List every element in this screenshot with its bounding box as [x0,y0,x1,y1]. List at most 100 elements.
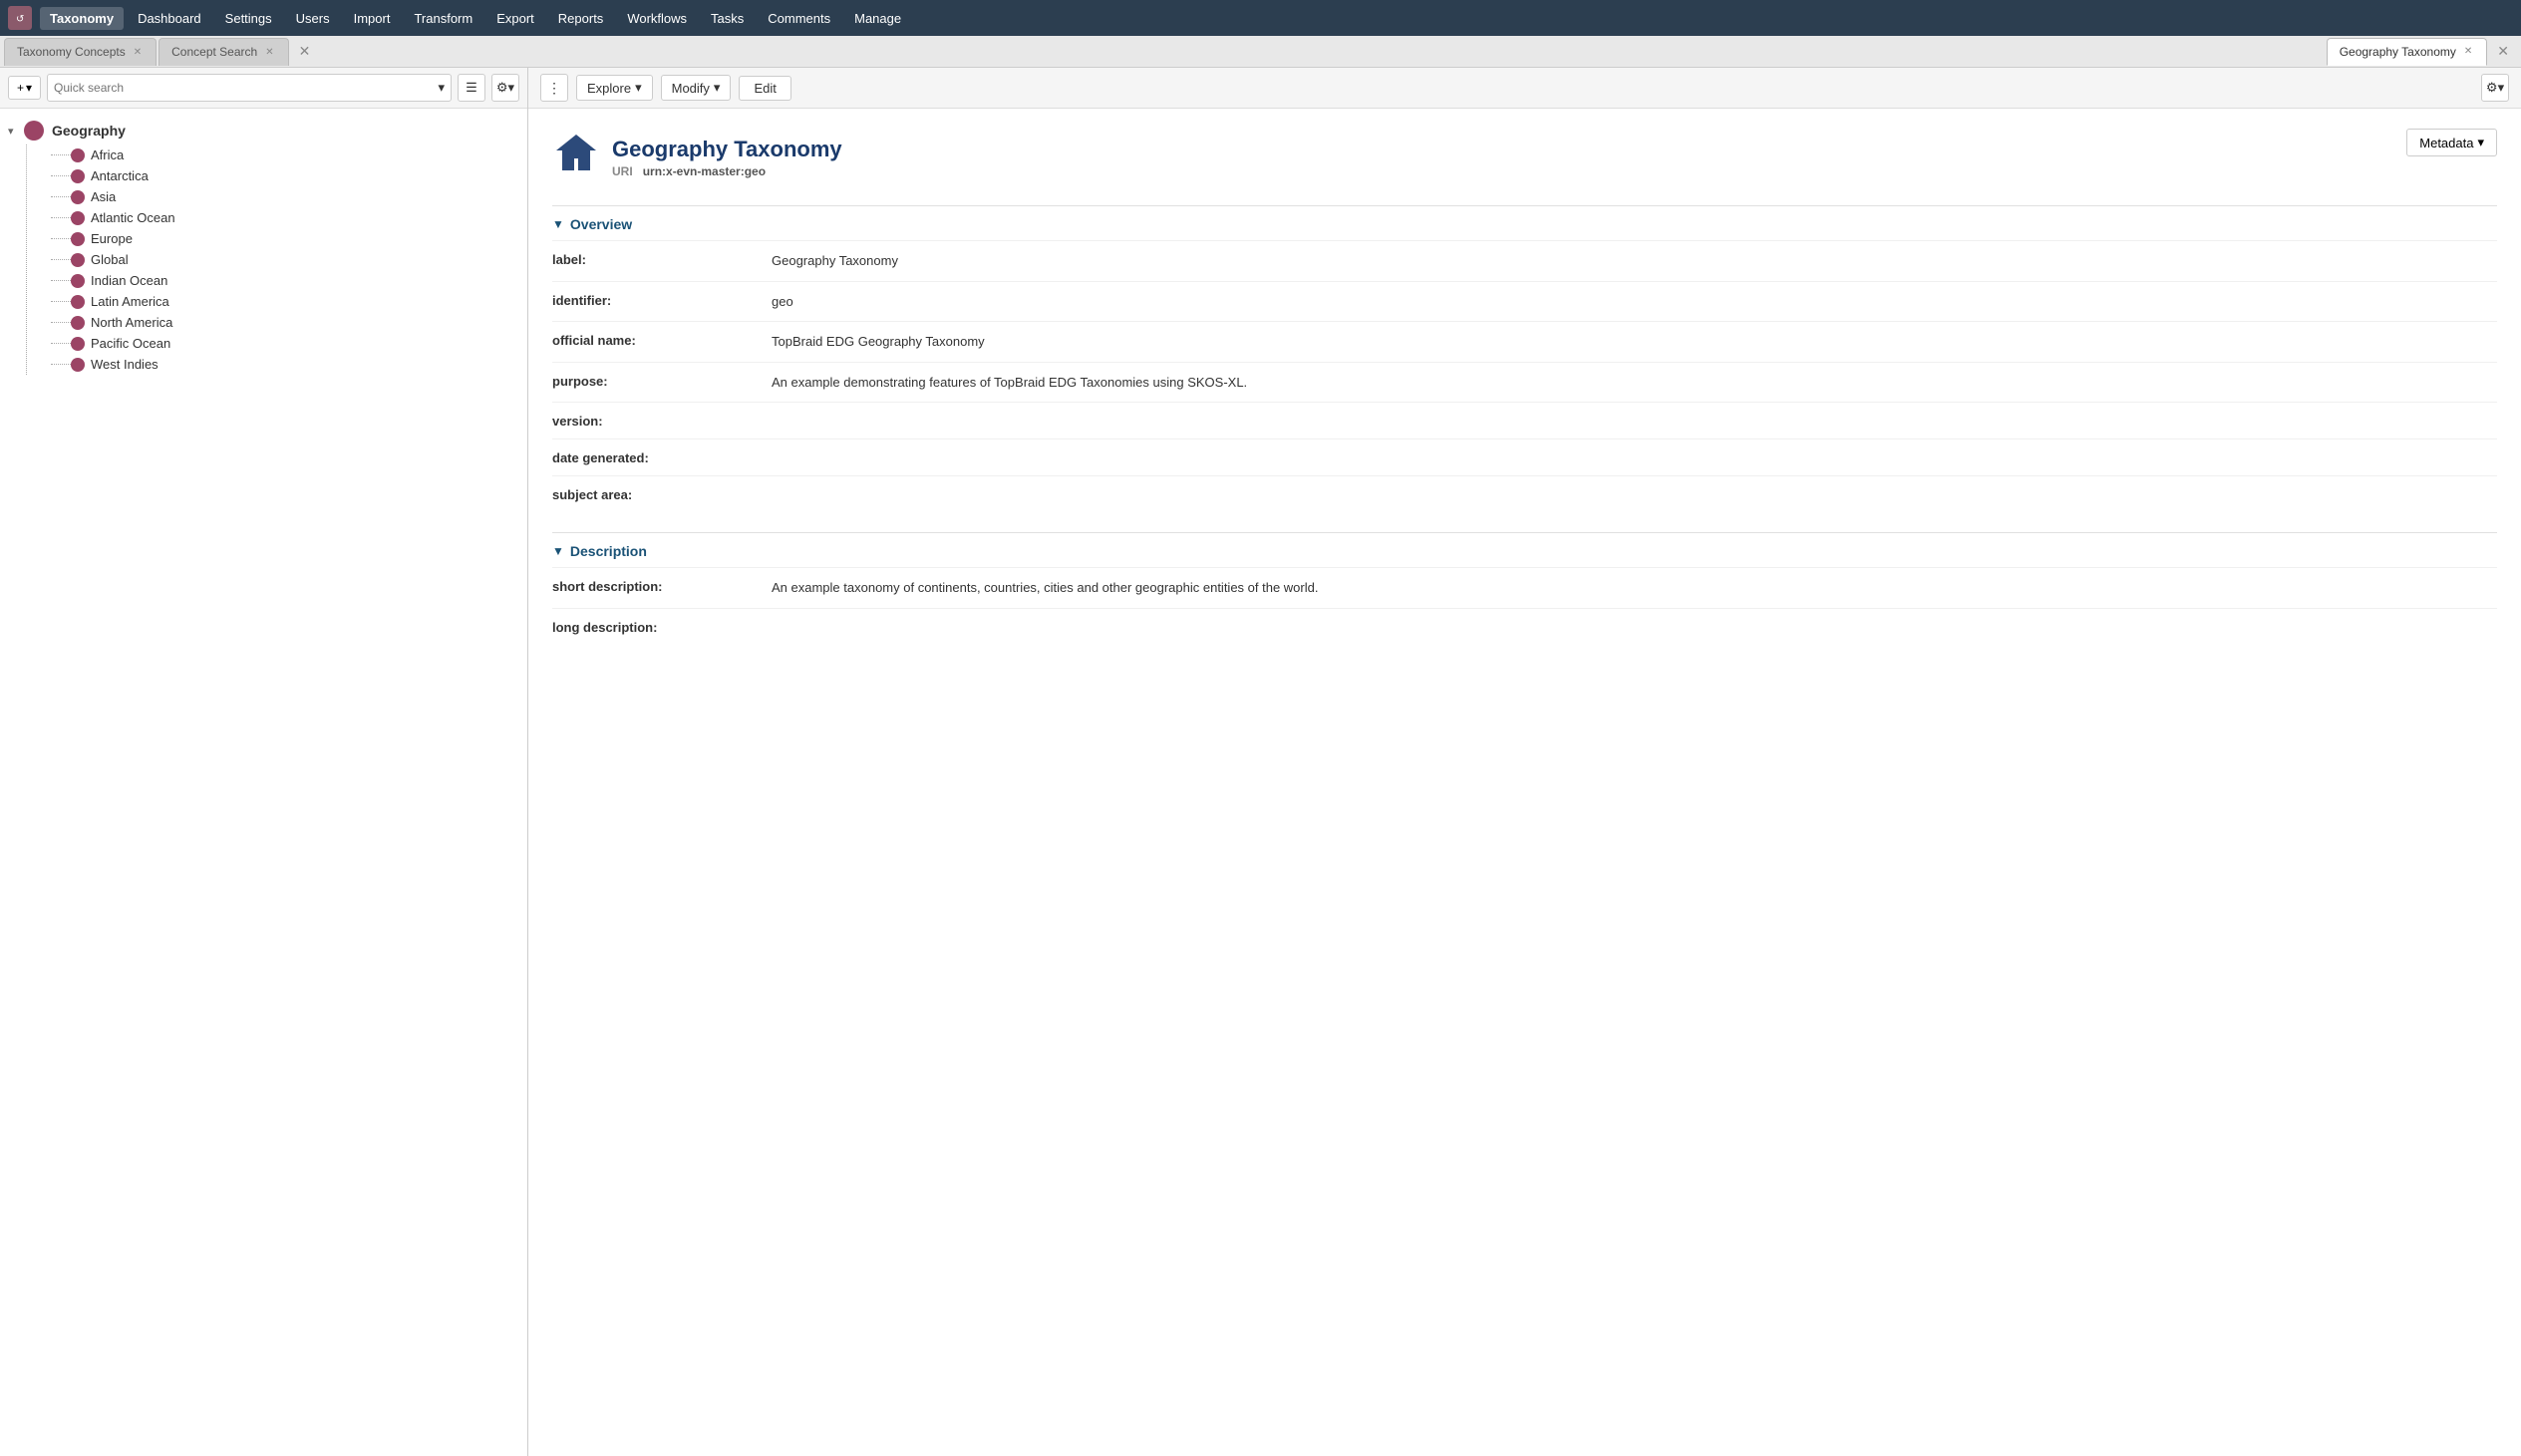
view-toggle-button[interactable]: ☰ [458,74,485,102]
tree-label-antarctica: Antarctica [91,168,149,183]
tab-right-close-all[interactable]: ✕ [2489,43,2517,60]
tree-item-pacific-ocean[interactable]: Pacific Ocean [47,333,523,354]
overview-section-header[interactable]: ▼ Overview [552,206,2497,240]
uri-value: urn:x-evn-master:geo [643,164,766,178]
page-header-left: Geography Taxonomy URI urn:x-evn-master:… [552,129,842,185]
tree-item-antarctica[interactable]: Antarctica [47,165,523,186]
tree-item-europe[interactable]: Europe [47,228,523,249]
tab-taxonomy-concepts[interactable]: Taxonomy Concepts ✕ [4,38,157,66]
field-version-row: version: [552,402,2497,438]
tree-item-asia[interactable]: Asia [47,186,523,207]
tab-geography-taxonomy-label: Geography Taxonomy [2340,45,2456,59]
explore-dropdown-icon: ▾ [635,80,642,96]
search-input[interactable] [54,81,438,95]
tree-container: ▾ Geography Africa Antarctica [0,109,527,1456]
tree-label-indian-ocean: Indian Ocean [91,273,167,288]
description-section-label: Description [570,543,647,559]
home-icon [552,129,600,185]
west-indies-dot [71,358,85,372]
nav-export[interactable]: Export [486,7,544,30]
field-official-name-row: official name: TopBraid EDG Geography Ta… [552,321,2497,362]
more-options-button[interactable]: ⋮ [540,74,568,102]
tab-left-close-all[interactable]: ✕ [291,43,319,60]
nav-workflows[interactable]: Workflows [617,7,697,30]
right-settings-button[interactable]: ⚙ ▾ [2481,74,2509,102]
tree-label-latin-america: Latin America [91,294,169,309]
tab-concept-search-close[interactable]: ✕ [263,46,275,59]
tree-item-indian-ocean[interactable]: Indian Ocean [47,270,523,291]
indian-ocean-dot [71,274,85,288]
root-dot [24,121,44,141]
search-input-wrap: ▾ [47,74,452,102]
tab-concept-search-label: Concept Search [171,45,257,59]
add-dropdown-icon: ▾ [26,81,32,95]
short-description-field-label: short description: [552,578,772,594]
metadata-dropdown-icon: ▾ [2477,135,2484,150]
left-settings-button[interactable]: ⚙▾ [491,74,519,102]
nav-users[interactable]: Users [286,7,340,30]
explore-button[interactable]: Explore ▾ [576,75,653,101]
tree-label-africa: Africa [91,147,124,162]
subject-area-field-label: subject area: [552,486,772,502]
page-title-block: Geography Taxonomy URI urn:x-evn-master:… [612,137,842,178]
nav-tasks[interactable]: Tasks [701,7,754,30]
description-section: ▼ Description short description: An exam… [552,532,2497,645]
left-panel: + ▾ ▾ ☰ ⚙▾ ▾ Geography Africa [0,68,528,1456]
tab-geography-taxonomy-close[interactable]: ✕ [2462,45,2474,58]
nav-taxonomy[interactable]: Taxonomy [40,7,124,30]
top-nav: ↺ Taxonomy Dashboard Settings Users Impo… [0,0,2521,36]
tab-geography-taxonomy[interactable]: Geography Taxonomy ✕ [2327,38,2488,66]
tree-item-africa[interactable]: Africa [47,145,523,165]
tab-taxonomy-concepts-close[interactable]: ✕ [132,46,144,59]
plus-icon: + [17,81,24,95]
label-field-value: Geography Taxonomy [772,251,2497,271]
short-description-field-value: An example taxonomy of continents, count… [772,578,2497,598]
nav-transform[interactable]: Transform [404,7,482,30]
add-button[interactable]: + ▾ [8,76,41,100]
nav-import[interactable]: Import [344,7,401,30]
left-toolbar: + ▾ ▾ ☰ ⚙▾ [0,68,527,109]
tree-label-north-america: North America [91,315,172,330]
tree-item-latin-america[interactable]: Latin America [47,291,523,312]
nav-settings[interactable]: Settings [215,7,282,30]
asia-dot [71,190,85,204]
tree-label-europe: Europe [91,231,133,246]
description-toggle-icon: ▼ [552,544,564,558]
metadata-button[interactable]: Metadata ▾ [2406,129,2497,156]
tree-item-west-indies[interactable]: West Indies [47,354,523,375]
modify-dropdown-icon: ▾ [714,80,721,96]
official-name-field-value: TopBraid EDG Geography Taxonomy [772,332,2497,352]
page-header: Geography Taxonomy URI urn:x-evn-master:… [552,129,2497,185]
nav-reports[interactable]: Reports [548,7,614,30]
purpose-field-value: An example demonstrating features of Top… [772,373,2497,393]
tree-item-atlantic-ocean[interactable]: Atlantic Ocean [47,207,523,228]
content-area: Geography Taxonomy URI urn:x-evn-master:… [528,109,2521,1456]
field-label-row: label: Geography Taxonomy [552,240,2497,281]
field-date-generated-row: date generated: [552,438,2497,475]
field-identifier-row: identifier: geo [552,281,2497,322]
tree-item-global[interactable]: Global [47,249,523,270]
long-description-field-label: long description: [552,619,772,635]
metadata-label: Metadata [2419,136,2473,150]
settings-dropdown-icon: ▾ [2498,80,2505,96]
edit-button[interactable]: Edit [739,76,790,101]
label-field-label: label: [552,251,772,267]
tree-label-pacific-ocean: Pacific Ocean [91,336,170,351]
search-dropdown-icon[interactable]: ▾ [438,80,445,96]
tab-taxonomy-concepts-label: Taxonomy Concepts [17,45,126,59]
tree-root-row[interactable]: ▾ Geography [4,117,523,145]
tree-children: Africa Antarctica Asia Atlantic Ocean [26,145,523,375]
modify-button[interactable]: Modify ▾ [661,75,732,101]
nav-comments[interactable]: Comments [758,7,840,30]
tree-item-north-america[interactable]: North America [47,312,523,333]
version-field-label: version: [552,413,772,429]
field-subject-area-row: subject area: [552,475,2497,512]
nav-dashboard[interactable]: Dashboard [128,7,211,30]
main-container: + ▾ ▾ ☰ ⚙▾ ▾ Geography Africa [0,68,2521,1456]
field-purpose-row: purpose: An example demonstrating featur… [552,362,2497,403]
nav-manage[interactable]: Manage [844,7,911,30]
page-uri: URI urn:x-evn-master:geo [612,164,842,178]
antarctica-dot [71,169,85,183]
tab-concept-search[interactable]: Concept Search ✕ [158,38,288,66]
description-section-header[interactable]: ▼ Description [552,533,2497,567]
